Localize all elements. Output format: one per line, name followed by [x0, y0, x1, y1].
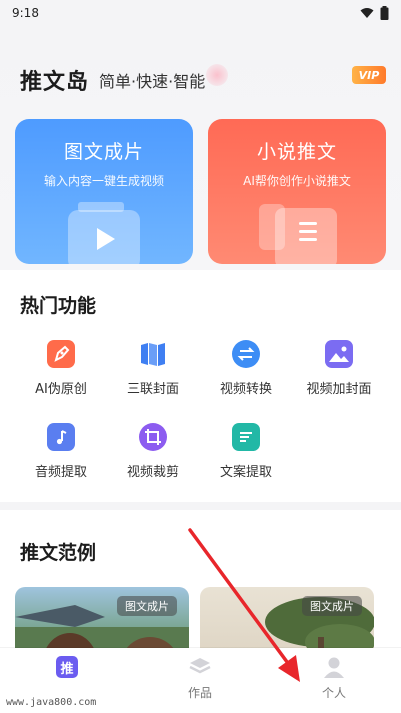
- feature-video-crop[interactable]: 视频裁剪: [107, 423, 199, 493]
- feature-label: 文案提取: [219, 465, 272, 480]
- play-video-icon: [68, 202, 140, 264]
- examples-title: 推文范例: [20, 542, 97, 564]
- feature-ai-rewrite[interactable]: AI伪原创: [15, 340, 107, 410]
- battery-icon: [380, 6, 389, 20]
- card-subtitle: AI帮你创作小说推文: [243, 174, 351, 188]
- feature-label: 音频提取: [34, 465, 87, 480]
- hot-features-title: 热门功能: [20, 295, 97, 317]
- tab-label: 作品: [187, 686, 212, 700]
- feature-label: AI伪原创: [35, 382, 87, 397]
- home-logo-icon: 推: [56, 656, 78, 678]
- watermark: www.java800.com: [0, 692, 96, 713]
- user-icon: [324, 657, 344, 678]
- card-image-to-video[interactable]: 图文成片 输入内容一键生成视频: [15, 119, 193, 264]
- tab-home[interactable]: 推: [7, 656, 127, 678]
- status-time: 9:18: [12, 6, 39, 20]
- crop-icon: [139, 423, 167, 451]
- tab-profile[interactable]: 个人: [274, 656, 394, 701]
- convert-icon: [232, 340, 260, 368]
- image-icon: [325, 340, 353, 368]
- feature-label: 视频加封面: [306, 382, 372, 397]
- status-bar: 9:18: [0, 0, 401, 26]
- map-icon: [139, 340, 167, 368]
- feature-text-extract[interactable]: 文案提取: [200, 423, 292, 493]
- feature-video-add-cover[interactable]: 视频加封面: [293, 340, 385, 410]
- card-title: 小说推文: [256, 141, 337, 163]
- section-divider: [0, 502, 401, 510]
- feature-label: 三联封面: [126, 382, 179, 397]
- wifi-icon: [360, 8, 374, 18]
- pen-icon: [47, 340, 75, 368]
- document-icon: [232, 423, 260, 451]
- layers-icon: [189, 658, 211, 674]
- card-subtitle: 输入内容一键生成视频: [43, 174, 164, 188]
- book-icon: [259, 204, 337, 264]
- card-title: 图文成片: [63, 141, 144, 163]
- tab-works[interactable]: 作品: [140, 656, 260, 701]
- card-novel-promo[interactable]: 小说推文 AI帮你创作小说推文: [208, 119, 386, 264]
- example-tag: 图文成片: [302, 596, 362, 616]
- feature-audio-extract[interactable]: 音频提取: [15, 423, 107, 493]
- app-header: 推文岛 简单·快速·智能 VIP: [20, 64, 386, 96]
- app-slogan: 简单·快速·智能: [99, 72, 206, 91]
- app-name: 推文岛: [20, 70, 90, 95]
- feature-label: 视频裁剪: [126, 465, 179, 480]
- feature-triple-cover[interactable]: 三联封面: [107, 340, 199, 410]
- vip-badge[interactable]: VIP: [352, 66, 386, 84]
- music-folder-icon: [47, 423, 75, 451]
- tab-label: 个人: [321, 686, 346, 700]
- feature-label: 视频转换: [219, 382, 272, 397]
- feature-video-convert[interactable]: 视频转换: [200, 340, 292, 410]
- example-tag: 图文成片: [117, 596, 177, 616]
